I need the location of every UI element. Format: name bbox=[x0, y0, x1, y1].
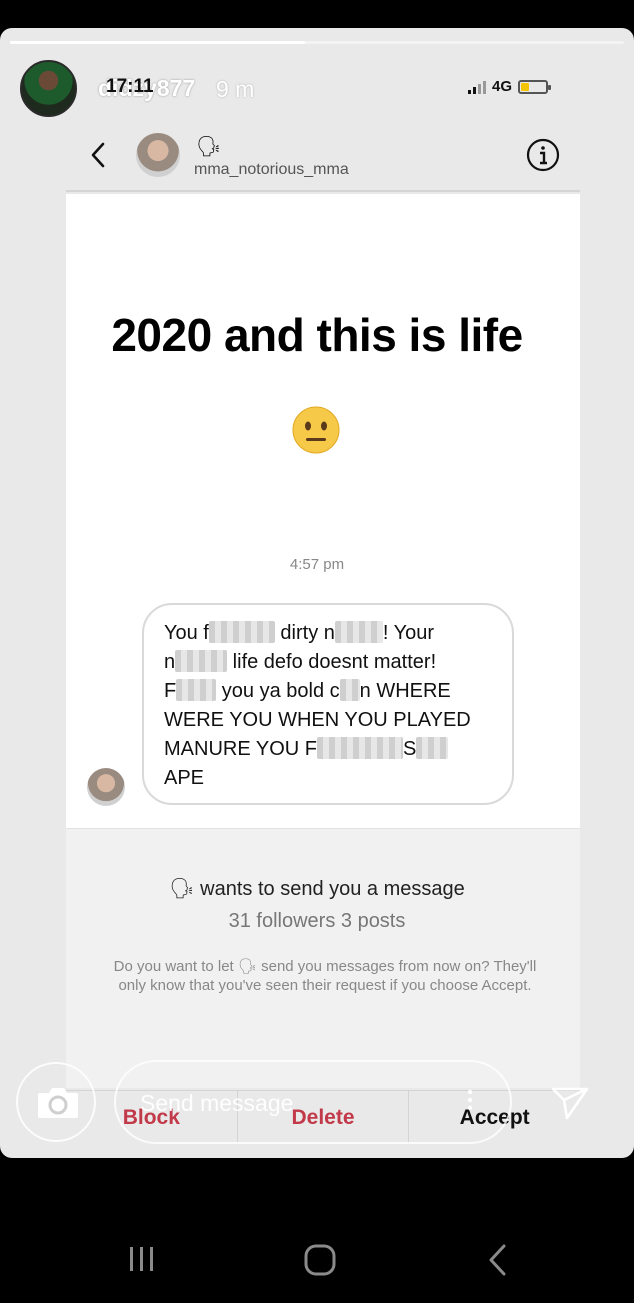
story-progress-bar bbox=[10, 41, 624, 44]
dm-user-avatar[interactable] bbox=[136, 133, 180, 177]
story-author-avatar[interactable] bbox=[20, 60, 77, 117]
msg-text: S bbox=[402, 738, 417, 760]
msg-text: F bbox=[164, 680, 177, 702]
story-age: 9 m bbox=[216, 76, 255, 102]
system-nav-bar bbox=[0, 1225, 634, 1295]
home-icon[interactable] bbox=[304, 1244, 336, 1276]
request-desc-a: Do you want to let bbox=[113, 958, 238, 975]
signal-icon bbox=[468, 80, 486, 94]
status-indicators: 4G bbox=[468, 78, 552, 95]
story-progress-fill bbox=[10, 41, 305, 44]
request-desc-emoji: 🗣 bbox=[237, 958, 257, 975]
message-bubble[interactable]: You f dirty n ! Your n life defo doesnt m… bbox=[142, 603, 514, 805]
censor-blur bbox=[208, 621, 275, 643]
recent-apps-icon[interactable] bbox=[128, 1244, 156, 1274]
info-icon[interactable] bbox=[526, 138, 560, 172]
nav-back-icon[interactable] bbox=[486, 1243, 510, 1277]
censor-blur bbox=[416, 737, 449, 759]
censor-blur bbox=[339, 679, 360, 701]
msg-text: dirty n bbox=[274, 622, 335, 644]
message-sender-avatar[interactable] bbox=[87, 768, 125, 806]
request-title-text: wants to send you a message bbox=[194, 878, 465, 900]
reply-placeholder: Send message bbox=[140, 1090, 294, 1116]
camera-icon bbox=[38, 1088, 78, 1118]
back-icon[interactable] bbox=[86, 140, 110, 170]
dm-header: 🗣 mma_notorious_mma bbox=[66, 128, 580, 192]
request-stats: 31 followers 3 posts bbox=[228, 910, 406, 932]
msg-text: ! Your bbox=[382, 622, 435, 644]
request-emoji: 🗣 bbox=[169, 878, 195, 900]
send-icon[interactable] bbox=[550, 1085, 590, 1121]
request-description: Do you want to let 🗣 send you messages f… bbox=[110, 957, 540, 995]
dm-username[interactable]: mma_notorious_mma bbox=[194, 161, 349, 179]
censor-blur bbox=[175, 650, 228, 672]
censor-blur bbox=[334, 621, 383, 643]
msg-text: n bbox=[164, 651, 176, 673]
status-time: 17:11 bbox=[106, 76, 154, 97]
more-icon[interactable] bbox=[463, 1088, 477, 1112]
censor-blur bbox=[316, 737, 403, 759]
camera-button[interactable] bbox=[16, 1062, 96, 1142]
battery-icon bbox=[518, 79, 552, 94]
msg-text: WERE YOU WHEN YOU PLAYED bbox=[164, 709, 471, 731]
msg-text: life defo doesnt matter! bbox=[227, 651, 437, 673]
msg-text: MANURE YOU F bbox=[164, 738, 317, 760]
msg-text: you ya bold c bbox=[216, 680, 340, 702]
dm-user-emoji: 🗣 bbox=[196, 136, 222, 158]
neutral-face-icon bbox=[292, 406, 340, 454]
msg-text: n WHERE bbox=[359, 680, 451, 702]
story-headline: 2020 and this is life bbox=[111, 309, 523, 361]
message-timestamp: 4:57 pm bbox=[289, 556, 345, 573]
network-type: 4G bbox=[492, 78, 513, 95]
msg-text: APE bbox=[164, 767, 205, 789]
msg-text: You f bbox=[164, 622, 209, 644]
battery-level bbox=[521, 82, 530, 91]
request-title: 🗣 wants to send you a message bbox=[0, 876, 634, 901]
censor-blur bbox=[176, 679, 217, 701]
